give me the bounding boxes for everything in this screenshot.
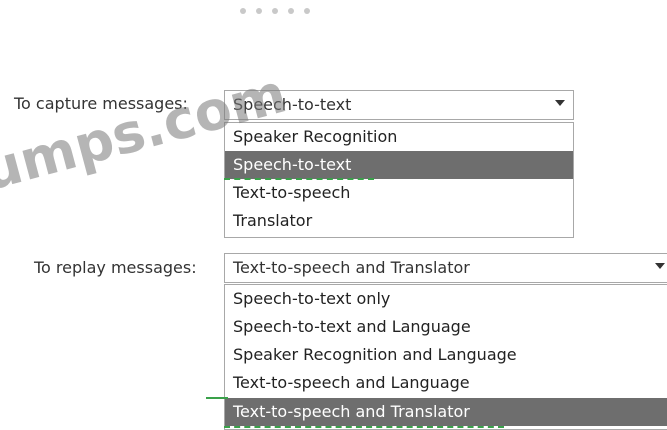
- replay-options-list: Speech-to-text only Speech-to-text and L…: [224, 284, 667, 430]
- replay-label: To replay messages:: [34, 258, 197, 277]
- replay-option-speaker-recognition-and-language[interactable]: Speaker Recognition and Language: [225, 341, 667, 369]
- capture-option-speaker-recognition[interactable]: Speaker Recognition: [225, 123, 573, 151]
- dot: [256, 8, 262, 14]
- replay-option-speech-to-text-and-language[interactable]: Speech-to-text and Language: [225, 313, 667, 341]
- capture-option-translator[interactable]: Translator: [225, 207, 573, 235]
- page-indicator-dots: [240, 8, 310, 14]
- replay-selected-value: Text-to-speech and Translator: [233, 258, 470, 277]
- replay-option-speech-to-text-only[interactable]: Speech-to-text only: [225, 285, 667, 313]
- dot: [288, 8, 294, 14]
- dot: [272, 8, 278, 14]
- replay-option-text-to-speech-and-language[interactable]: Text-to-speech and Language: [225, 369, 667, 397]
- capture-option-text-to-speech[interactable]: Text-to-speech: [225, 179, 573, 207]
- chevron-down-icon[interactable]: [655, 263, 665, 269]
- chevron-down-icon[interactable]: [555, 100, 565, 106]
- annotation-underline: [224, 426, 504, 428]
- capture-options-list: Speaker Recognition Speech-to-text Text-…: [224, 122, 574, 238]
- annotation-underline: [224, 178, 374, 180]
- capture-option-speech-to-text[interactable]: Speech-to-text: [225, 151, 573, 179]
- replay-dropdown[interactable]: Text-to-speech and Translator: [224, 253, 667, 283]
- dot: [304, 8, 310, 14]
- annotation-mark: [206, 397, 228, 399]
- replay-option-text-to-speech-and-translator[interactable]: Text-to-speech and Translator: [225, 398, 667, 426]
- dot: [240, 8, 246, 14]
